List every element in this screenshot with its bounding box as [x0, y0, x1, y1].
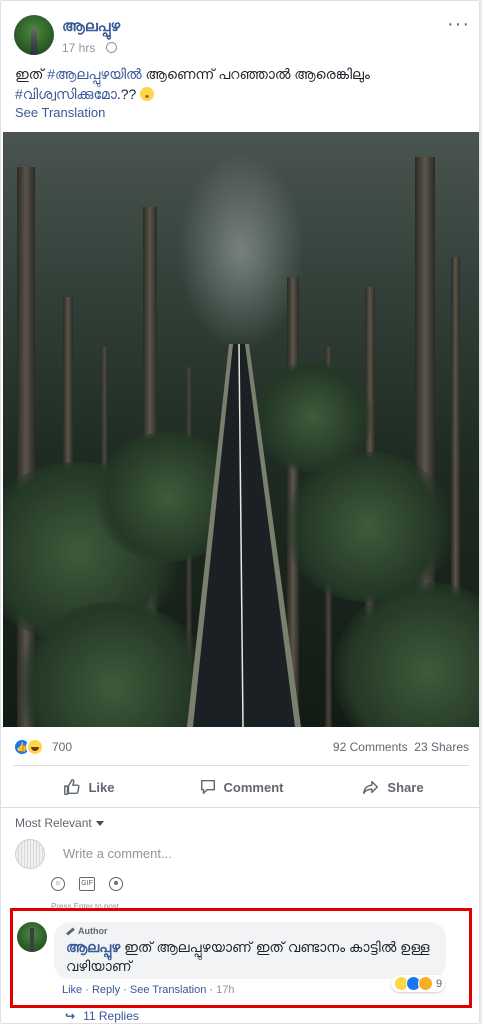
- road-illustration: [187, 343, 301, 727]
- post-text-end: .??: [116, 86, 141, 102]
- comment-like-link[interactable]: Like: [62, 984, 82, 996]
- pencil-icon: [66, 926, 75, 936]
- comment-translation-link[interactable]: See Translation: [130, 984, 206, 996]
- comment-input[interactable]: Write a comment...: [51, 839, 469, 871]
- post-text: ഇത് #ആലപ്പുഴയിൽ ആണെന്ന് പറഞ്ഞാൽ ആരെങ്കില…: [15, 64, 465, 104]
- comments-count-link[interactable]: 92 Comments: [333, 740, 408, 754]
- see-translation-link[interactable]: See Translation: [15, 105, 105, 120]
- current-user-avatar: [15, 839, 45, 869]
- comment-text: ആലപ്പുഴ ഇത് ആലപ്പുഴയാണ് ഇത് വണ്ടാനം കാട്…: [66, 938, 434, 976]
- comment-bubble: Author ആലപ്പുഴ ഇത് ആലപ്പുഴയാണ് ഇത് വണ്ടാ…: [54, 922, 446, 979]
- shares-count-link[interactable]: 23 Shares: [414, 740, 469, 754]
- comment-author-name[interactable]: ആലപ്പുഴ: [66, 939, 120, 955]
- like-button-label: Like: [88, 779, 115, 795]
- divider: [1, 807, 479, 808]
- share-icon: [363, 780, 379, 795]
- post-header: ആലപ്പുഴ 17 hrs ···: [14, 13, 474, 55]
- author-badge: Author: [66, 926, 434, 936]
- post-card: ആലപ്പുഴ 17 hrs ··· ഇത് #ആലപ്പുഴയിൽ ആണെന്…: [0, 0, 480, 1024]
- reaction-count[interactable]: 700: [52, 740, 72, 754]
- comment-icon: [200, 779, 215, 795]
- replies-label: 11 Replies: [83, 1009, 139, 1023]
- view-replies-link[interactable]: ↪ 11 Replies: [65, 1009, 139, 1023]
- blush-emoji-icon: [140, 87, 155, 101]
- like-button[interactable]: Like: [13, 771, 165, 803]
- comment-body: ഇത് ആലപ്പുഴയാണ് ഇത് വണ്ടാനം കാട്ടിൽ ഉള്ള…: [66, 939, 430, 974]
- comment-time[interactable]: 17h: [216, 984, 234, 996]
- reply-arrow-icon: ↪: [65, 1009, 76, 1023]
- hashtag-link[interactable]: #വിശ്വസിക്കുമോ: [15, 86, 117, 102]
- wow-reaction-icon: [418, 976, 433, 991]
- comment-meta: Like · Reply · See Translation · 17h: [62, 984, 235, 996]
- gif-icon[interactable]: GIF: [79, 877, 95, 891]
- post-text-middle: ആണെന്ന് പറഞ്ഞാൽ ആരെങ്കിലും: [141, 66, 370, 82]
- post-stats: 👍 700 92 Comments 23 Shares: [13, 738, 469, 756]
- sort-label: Most Relevant: [15, 816, 92, 830]
- hashtag-link[interactable]: #ആലപ്പുഴയിൽ: [47, 66, 141, 82]
- comment-button-label: Comment: [223, 779, 284, 795]
- globe-icon: [106, 42, 117, 53]
- comment-reply-link[interactable]: Reply: [92, 984, 120, 996]
- caret-down-icon: [95, 821, 104, 826]
- sticker-icon[interactable]: ☻: [109, 877, 123, 891]
- author-badge-label: Author: [78, 926, 108, 936]
- share-button-label: Share: [387, 779, 424, 795]
- haha-reaction-icon[interactable]: [26, 738, 44, 756]
- comment-author-avatar[interactable]: [17, 922, 47, 952]
- comment-sort-dropdown[interactable]: Most Relevant: [15, 816, 104, 830]
- page-name[interactable]: ആലപ്പുഴ: [62, 18, 120, 35]
- comment-reaction-count: 9: [436, 977, 443, 990]
- thumbs-up-icon: [64, 779, 81, 795]
- comment-button[interactable]: Comment: [165, 771, 317, 803]
- comment-input-icons: ☺ GIF ☻: [51, 877, 123, 891]
- post-text-start: ഇത്: [15, 66, 48, 82]
- post-actions: Like Comment Share: [13, 771, 469, 803]
- page-avatar[interactable]: [14, 15, 54, 55]
- emoji-icon[interactable]: ☺: [51, 877, 65, 891]
- share-button[interactable]: Share: [317, 771, 469, 803]
- comments-shares: 92 Comments 23 Shares: [333, 740, 469, 754]
- post-time[interactable]: 17 hrs: [62, 41, 95, 55]
- comment-reactions[interactable]: 9: [391, 975, 446, 992]
- more-options-icon[interactable]: ···: [447, 13, 470, 36]
- post-photo[interactable]: [3, 132, 479, 727]
- divider: [13, 765, 469, 766]
